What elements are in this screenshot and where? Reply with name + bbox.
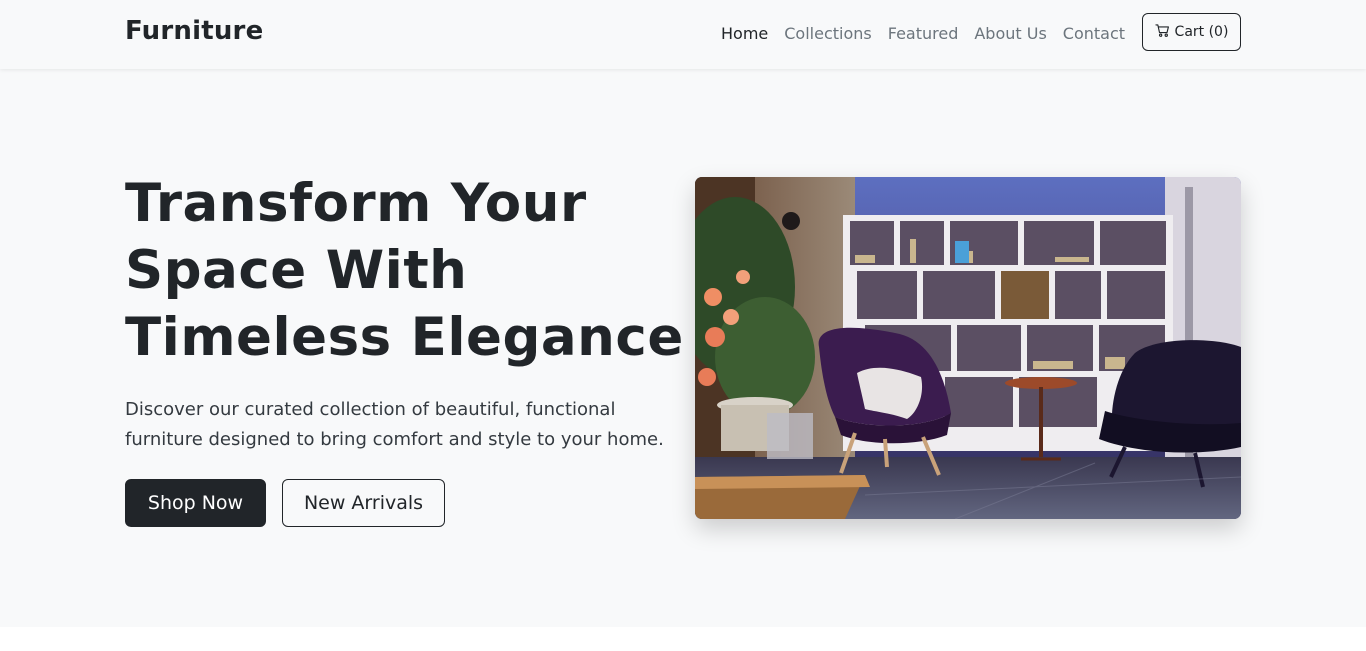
hero-image (695, 177, 1241, 519)
shop-now-button[interactable]: Shop Now (125, 479, 266, 527)
cart-button[interactable]: Cart (0) (1142, 13, 1241, 51)
nav-link-about-us[interactable]: About Us (974, 24, 1046, 43)
nav-link-home[interactable]: Home (721, 24, 768, 43)
main-nav: Home Collections Featured About Us Conta… (721, 24, 1125, 43)
hero-section: Transform Your Space With Timeless Elega… (0, 69, 1366, 627)
cart-label: Cart (0) (1174, 24, 1229, 40)
nav-link-featured[interactable]: Featured (888, 24, 959, 43)
brand-logo[interactable]: Furniture (125, 16, 263, 46)
nav-link-collections[interactable]: Collections (784, 24, 871, 43)
hero-description: Discover our curated collection of beaut… (125, 399, 664, 450)
top-navbar: Furniture Home Collections Featured Abou… (0, 0, 1366, 69)
new-arrivals-button[interactable]: New Arrivals (282, 479, 445, 527)
nav-link-contact[interactable]: Contact (1063, 24, 1125, 43)
page-body-start (0, 627, 1366, 651)
cart-icon (1154, 23, 1170, 42)
hero-title: Transform Your Space With Timeless Elega… (125, 173, 684, 368)
